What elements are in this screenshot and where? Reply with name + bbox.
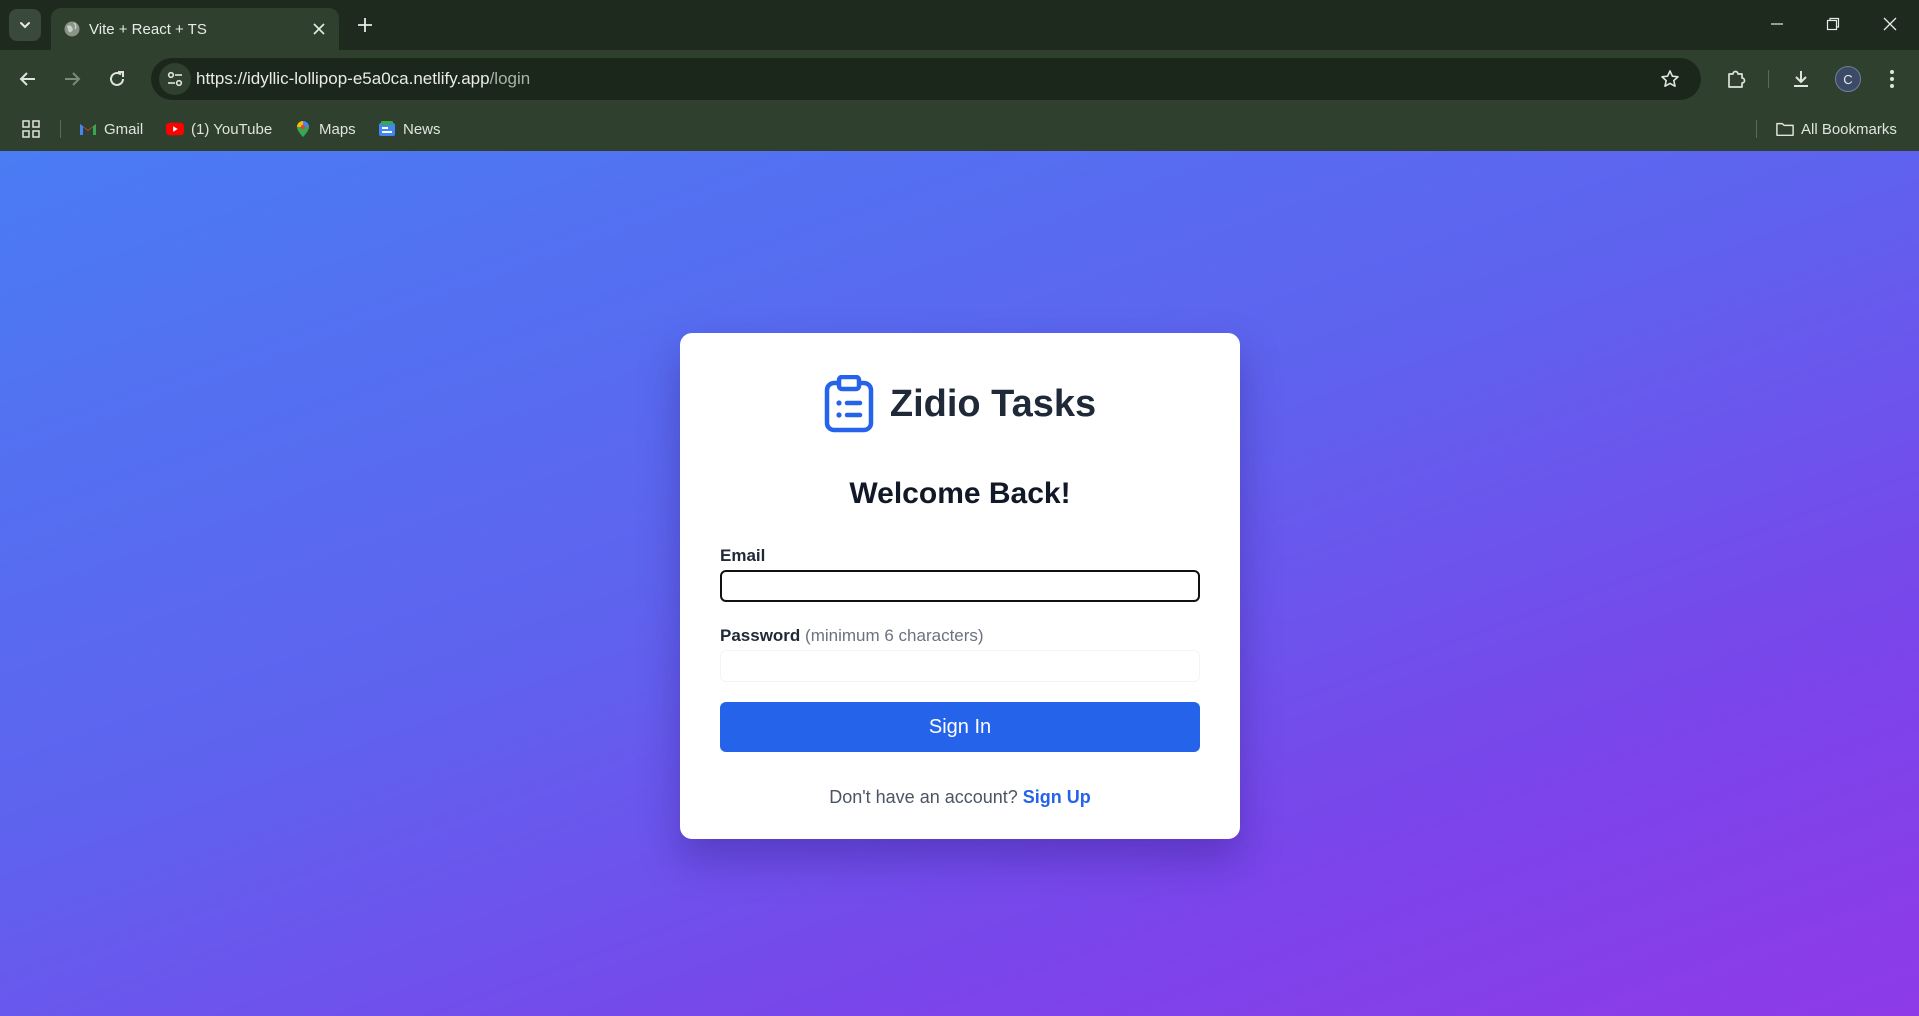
- folder-icon: [1776, 120, 1794, 138]
- browser-chrome: Vite + React + TS https://idyllic-lollip…: [0, 0, 1919, 151]
- close-window-button[interactable]: [1861, 0, 1919, 48]
- bookmarks-bar: Gmail (1) YouTube Maps News All Bookmark…: [0, 108, 1919, 151]
- puzzle-icon: [1728, 70, 1746, 88]
- apps-button[interactable]: [22, 116, 40, 142]
- restore-icon: [1826, 17, 1840, 31]
- active-tab[interactable]: Vite + React + TS: [51, 8, 339, 50]
- bookmark-news[interactable]: News: [378, 116, 441, 142]
- tab-search-button[interactable]: [9, 9, 41, 41]
- minimize-button[interactable]: [1748, 0, 1806, 48]
- email-field[interactable]: [720, 570, 1200, 602]
- bookmark-star-icon[interactable]: [1658, 67, 1682, 91]
- restore-button[interactable]: [1804, 0, 1862, 48]
- login-card: Zidio Tasks Welcome Back! Email Password…: [680, 333, 1240, 839]
- page-title: Welcome Back!: [849, 477, 1071, 510]
- apps-grid-icon: [22, 120, 40, 138]
- password-label-text: Password: [720, 626, 801, 645]
- url-path: /login: [489, 69, 531, 88]
- downloads-button[interactable]: [1785, 63, 1817, 95]
- signup-prompt-text: Don't have an account?: [829, 787, 1018, 807]
- browser-menu-button[interactable]: [1876, 63, 1908, 95]
- url-host: https://idyllic-lollipop-e5a0ca.netlify.…: [196, 69, 490, 88]
- bookmark-label: News: [403, 120, 441, 138]
- reload-icon: [110, 71, 124, 86]
- brand-name: Zidio Tasks: [889, 382, 1097, 425]
- new-tab-button[interactable]: [352, 12, 378, 38]
- minimize-icon: [1771, 23, 1783, 25]
- password-hint: (minimum 6 characters): [805, 626, 984, 645]
- forward-button[interactable]: [56, 63, 88, 95]
- sign-in-button[interactable]: Sign In: [720, 702, 1200, 752]
- url-text[interactable]: https://idyllic-lollipop-e5a0ca.netlify.…: [196, 69, 530, 89]
- profile-avatar[interactable]: C: [1835, 66, 1861, 92]
- bookmark-gmail[interactable]: Gmail: [79, 116, 143, 142]
- arrow-left-icon: [19, 72, 35, 86]
- toolbar-separator: [1768, 70, 1769, 88]
- youtube-icon: [166, 120, 184, 138]
- gmail-icon: [79, 120, 97, 138]
- bookmarks-separator: [60, 120, 61, 138]
- password-label: Password (minimum 6 characters): [720, 626, 984, 646]
- extensions-button[interactable]: [1720, 63, 1752, 95]
- tune-icon: [167, 71, 183, 87]
- bookmark-label: (1) YouTube: [191, 120, 273, 138]
- news-icon: [378, 120, 396, 138]
- bookmarks-separator-right: [1756, 120, 1757, 138]
- bookmark-maps[interactable]: Maps: [294, 116, 356, 142]
- address-bar[interactable]: https://idyllic-lollipop-e5a0ca.netlify.…: [151, 58, 1701, 100]
- all-bookmarks-label: All Bookmarks: [1801, 120, 1897, 138]
- login-page: Zidio Tasks Welcome Back! Email Password…: [0, 151, 1919, 1016]
- bookmark-label: Gmail: [104, 120, 144, 138]
- all-bookmarks-button[interactable]: All Bookmarks: [1776, 116, 1897, 142]
- close-icon: [1883, 17, 1897, 31]
- signup-prompt: Don't have an account? Sign Up: [680, 787, 1240, 808]
- chevron-down-icon: [20, 22, 30, 29]
- plus-icon: [358, 18, 372, 32]
- maps-icon: [294, 120, 312, 138]
- tab-close-icon[interactable]: [309, 19, 329, 39]
- sign-up-link[interactable]: Sign Up: [1023, 787, 1091, 807]
- back-button[interactable]: [12, 63, 44, 95]
- bookmark-label: Maps: [319, 120, 356, 138]
- password-field[interactable]: [720, 650, 1200, 682]
- clipboard-list-icon: [824, 375, 874, 433]
- download-icon: [1794, 71, 1808, 87]
- brand-header: Zidio Tasks: [680, 373, 1240, 435]
- toolbar: https://idyllic-lollipop-e5a0ca.netlify.…: [0, 50, 1919, 108]
- bookmark-youtube[interactable]: (1) YouTube: [166, 116, 272, 142]
- tab-title: Vite + React + TS: [89, 21, 207, 38]
- reload-button[interactable]: [101, 63, 133, 95]
- more-vert-icon: [1890, 70, 1894, 88]
- tab-strip: Vite + React + TS: [0, 0, 1919, 50]
- globe-icon: [64, 21, 80, 37]
- site-info-button[interactable]: [159, 63, 191, 95]
- arrow-right-icon: [65, 72, 81, 86]
- email-label: Email: [720, 546, 766, 565]
